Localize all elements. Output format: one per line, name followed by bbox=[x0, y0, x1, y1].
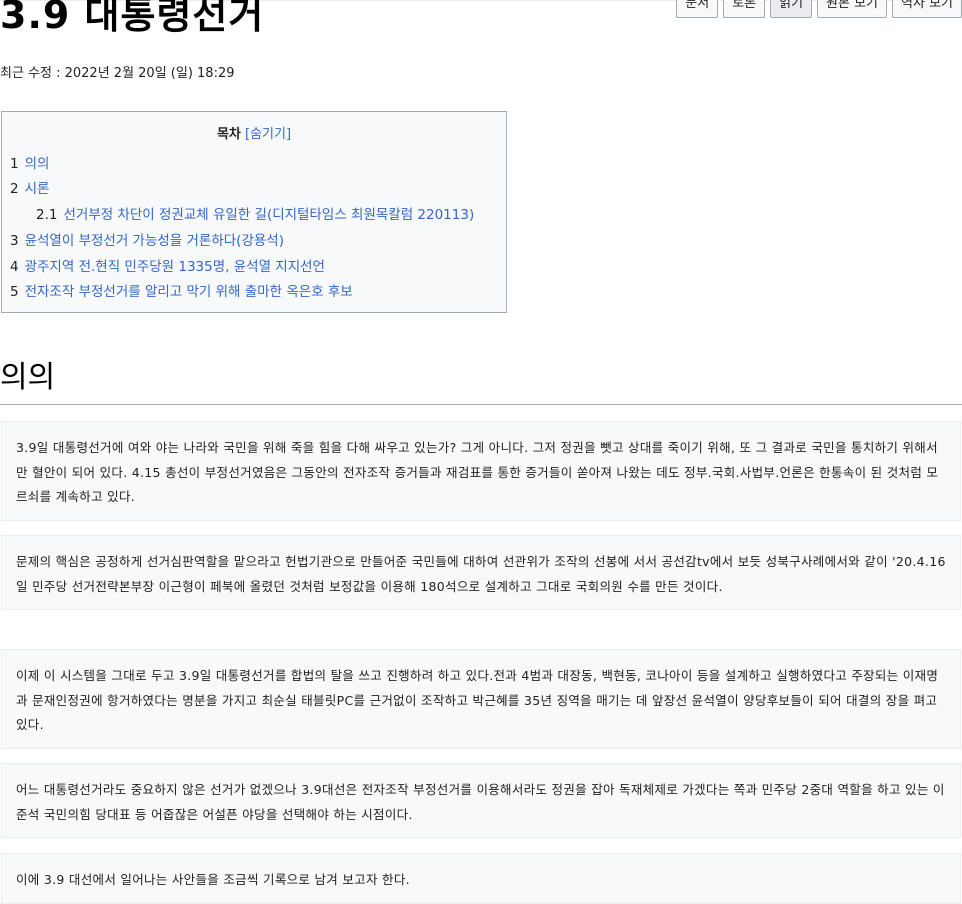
toc-item-label: 선거부정 차단이 정권교체 유일한 길(디지털타임스 최원목칼럼 220113) bbox=[63, 207, 475, 223]
section-heading: 의의 bbox=[0, 352, 962, 405]
toc-item-3[interactable]: 3 윤석열이 부정선거 가능성을 거론하다(강용석) bbox=[10, 229, 284, 249]
view-source-tab[interactable]: 원본 보기 bbox=[817, 0, 888, 18]
toc-item-2-1[interactable]: 2.1 선거부정 차단이 정권교체 유일한 길(디지털타임스 최원목칼럼 2201… bbox=[36, 203, 474, 223]
toc-item-4[interactable]: 4 광주지역 전.현직 민주당원 1335명, 윤석열 지지선언 bbox=[10, 255, 325, 275]
paragraph-box: 이제 이 시스템을 그대로 두고 3.9일 대통령선거를 합법의 탈을 쓰고 진… bbox=[1, 649, 961, 749]
toc-item-label: 전자조작 부정선거를 알리고 막기 위해 출마한 옥은호 후보 bbox=[24, 284, 353, 300]
toc-item-number: 2 bbox=[10, 181, 19, 197]
document-tab[interactable]: 문서 bbox=[676, 0, 719, 18]
toc-item-label: 광주지역 전.현직 민주당원 1335명, 윤석열 지지선언 bbox=[24, 259, 325, 275]
toc-item-number: 3 bbox=[10, 233, 19, 249]
toc-toggle-link[interactable]: [숨기기] bbox=[245, 127, 291, 142]
toc-item-label: 시론 bbox=[24, 181, 50, 197]
toc-item-number: 1 bbox=[10, 156, 19, 172]
toc-item-1[interactable]: 1 의의 bbox=[10, 152, 49, 172]
toc-item-label: 의의 bbox=[24, 156, 50, 172]
toc-header: 목차 [숨기기] bbox=[2, 123, 506, 142]
toc-item-label: 윤석열이 부정선거 가능성을 거론하다(강용석) bbox=[24, 233, 284, 249]
toc-item-number: 5 bbox=[10, 284, 19, 300]
discussion-tab[interactable]: 토론 bbox=[723, 0, 766, 18]
toc-item-number: 2.1 bbox=[36, 207, 58, 223]
history-tab[interactable]: 역사 보기 bbox=[892, 0, 962, 18]
toc-item-5[interactable]: 5 전자조작 부정선거를 알리고 막기 위해 출마한 옥은호 후보 bbox=[10, 280, 353, 300]
toc-title: 목차 bbox=[216, 127, 241, 142]
paragraph-box: 3.9일 대통령선거에 여와 야는 나라와 국민을 위해 죽을 힘을 다해 싸우… bbox=[1, 421, 961, 521]
last-modified: 최근 수정 : 2022년 2월 20일 (일) 18:29 bbox=[0, 66, 235, 81]
read-tab[interactable]: 읽기 bbox=[770, 0, 813, 18]
paragraph-box: 이에 3.9 대선에서 일어나는 사안들을 조금씩 기록으로 남겨 보고자 한다… bbox=[1, 853, 961, 904]
paragraph-box: 문제의 핵심은 공정하게 선거심판역할을 맡으라고 헌법기관으로 만들어준 국민… bbox=[1, 535, 961, 610]
toc-item-2[interactable]: 2 시론 bbox=[10, 177, 49, 197]
toc-item-number: 4 bbox=[10, 259, 19, 275]
page-actions: 문서 토론 읽기 원본 보기 역사 보기 bbox=[676, 0, 962, 18]
page-title: 3.9 대통령선거 bbox=[0, 0, 265, 37]
paragraph-box: 어느 대통령선거라도 중요하지 않은 선거가 없겠으나 3.9대선은 전자조작 … bbox=[1, 763, 961, 838]
table-of-contents: 목차 [숨기기] 1 의의 2 시론 2.1 선거부정 차단이 정권교체 유일한 길(… bbox=[1, 111, 507, 313]
